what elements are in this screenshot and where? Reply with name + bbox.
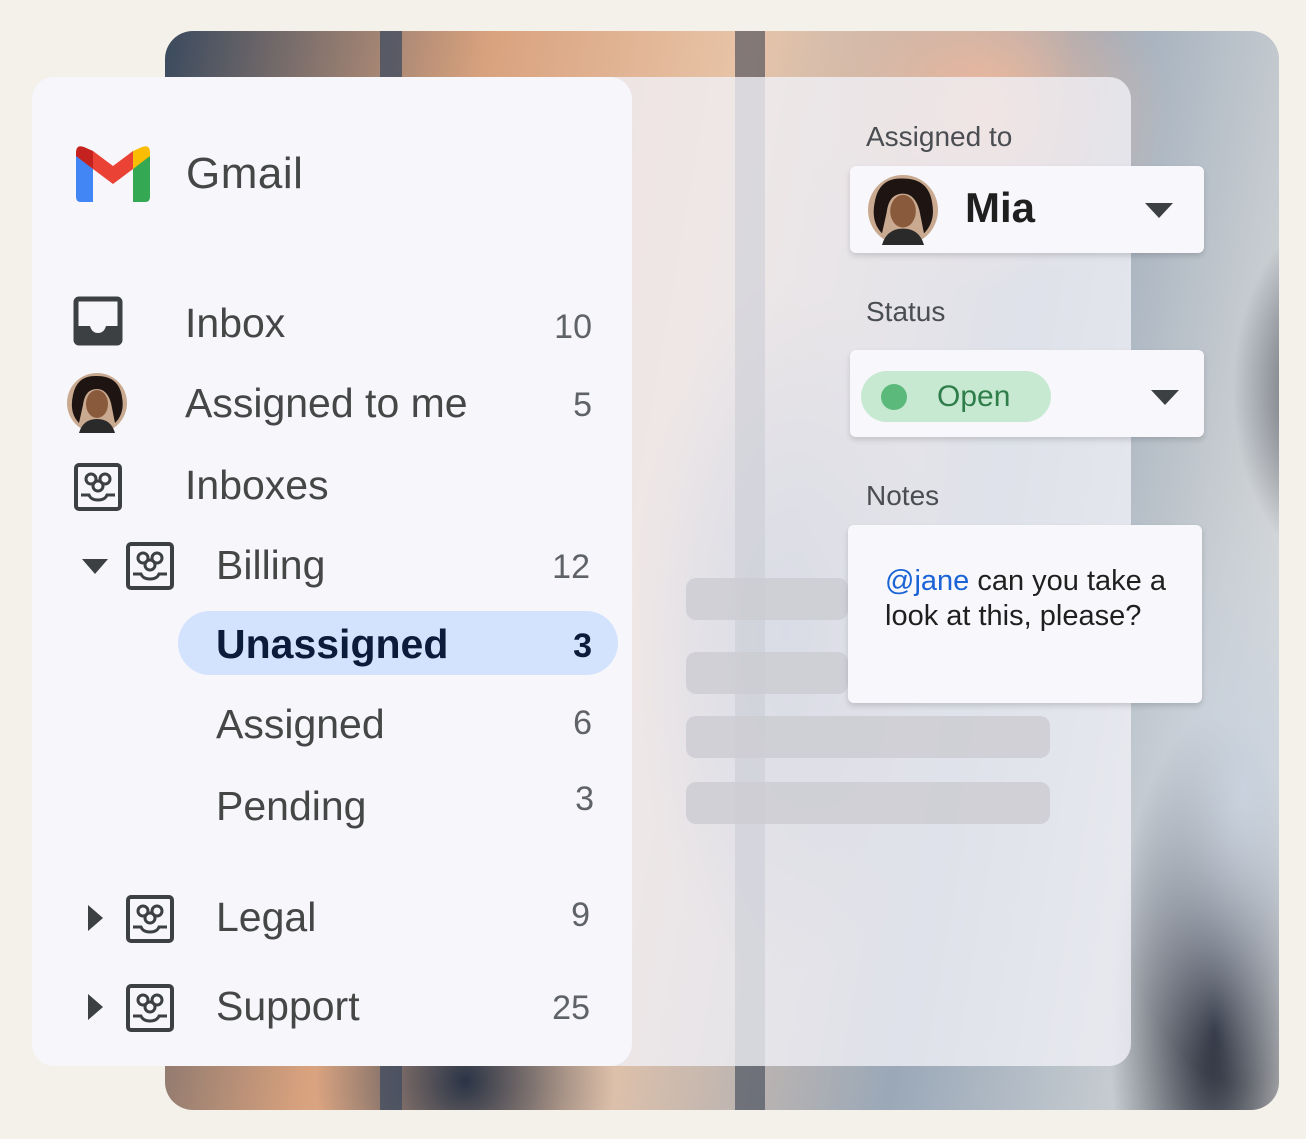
nav-label-inboxes: Inboxes xyxy=(185,462,329,508)
nav-count-unassigned: 3 xyxy=(573,627,592,665)
nav-count-assigned: 6 xyxy=(573,704,592,742)
skeleton-line xyxy=(686,716,1050,758)
nav-label-assigned-to-me: Assigned to me xyxy=(185,380,468,426)
nav-label-assigned: Assigned xyxy=(216,701,385,747)
nav-label-billing: Billing xyxy=(216,542,326,588)
group-inbox-icon xyxy=(126,984,174,1032)
inbox-tray-icon xyxy=(73,296,123,346)
nav-label-unassigned: Unassigned xyxy=(216,621,449,667)
dropdown-arrow-icon xyxy=(1145,203,1173,218)
nav-count-support: 25 xyxy=(552,989,590,1027)
assigned-to-label: Assigned to xyxy=(866,121,1013,152)
nav-count-assigned-to-me: 5 xyxy=(573,386,592,424)
nav-label-support: Support xyxy=(216,983,360,1029)
group-inbox-icon xyxy=(126,895,174,943)
assignee-dropdown[interactable]: Mia xyxy=(850,166,1204,253)
nav-label-pending: Pending xyxy=(216,783,367,829)
nav-count-pending: 3 xyxy=(575,780,594,818)
status-dot xyxy=(881,384,907,410)
gmail-logo[interactable]: Gmail xyxy=(76,145,303,202)
caret-down-icon[interactable] xyxy=(82,559,108,574)
note-mention[interactable]: @jane xyxy=(885,565,969,597)
group-inbox-icon xyxy=(126,542,174,590)
skeleton-line xyxy=(686,578,848,620)
gmail-logo-icon xyxy=(76,146,150,202)
skeleton-line xyxy=(686,782,1050,824)
nav-count-inbox: 10 xyxy=(554,308,592,346)
nav-count-legal: 9 xyxy=(571,896,590,934)
group-inbox-icon xyxy=(74,463,122,511)
assignee-name: Mia xyxy=(965,184,1036,231)
status-chip: Open xyxy=(861,371,1051,422)
caret-right-icon[interactable] xyxy=(88,905,103,931)
status-value: Open xyxy=(937,380,1011,413)
nav-count-billing: 12 xyxy=(552,548,590,586)
caret-right-icon[interactable] xyxy=(88,994,103,1020)
avatar xyxy=(67,373,127,433)
dropdown-arrow-icon xyxy=(1151,390,1179,405)
nav-label-legal: Legal xyxy=(216,894,317,940)
skeleton-line xyxy=(686,652,848,694)
avatar xyxy=(868,175,938,245)
notes-label: Notes xyxy=(866,480,940,511)
app-name: Gmail xyxy=(186,149,304,198)
nav-label-inbox: Inbox xyxy=(185,300,286,346)
status-label: Status xyxy=(866,296,946,327)
note-content: @jane can you take a look at this, pleas… xyxy=(885,564,1185,634)
